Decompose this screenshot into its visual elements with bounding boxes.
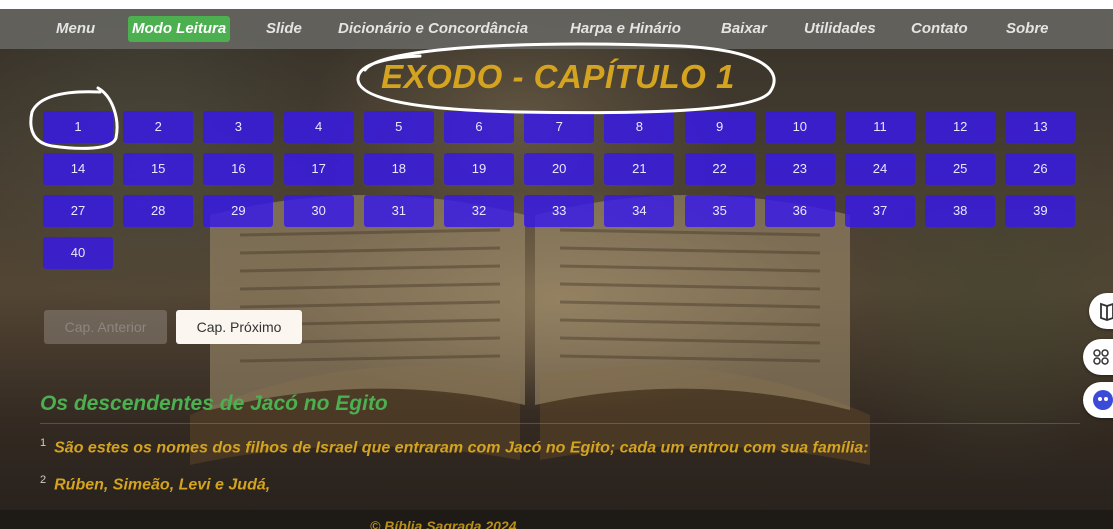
chapter-button-1[interactable]: 1 xyxy=(43,111,113,143)
chapter-button-38[interactable]: 38 xyxy=(925,195,996,227)
chapter-button-9[interactable]: 9 xyxy=(684,111,755,143)
next-chapter-button[interactable]: Cap. Próximo xyxy=(176,310,302,344)
verse-text: São estes os nomes dos filhos de Israel … xyxy=(54,439,869,457)
chapter-button-4[interactable]: 4 xyxy=(283,111,354,143)
chapter-button-31[interactable]: 31 xyxy=(363,195,434,227)
chapter-button-30[interactable]: 30 xyxy=(283,195,354,227)
section-heading: Os descendentes de Jacó no Egito xyxy=(40,392,388,415)
chapter-button-35[interactable]: 35 xyxy=(684,195,755,227)
chapter-button-34[interactable]: 34 xyxy=(604,195,675,227)
chapter-button-12[interactable]: 12 xyxy=(925,111,996,143)
chapter-button-28[interactable]: 28 xyxy=(123,195,194,227)
chapter-button-25[interactable]: 25 xyxy=(925,153,996,185)
apps-grid-icon xyxy=(1093,349,1109,365)
top-strip xyxy=(0,0,1113,9)
chapter-button-18[interactable]: 18 xyxy=(363,153,434,185)
chapter-button-7[interactable]: 7 xyxy=(524,111,595,143)
chapter-button-27[interactable]: 27 xyxy=(43,195,113,227)
nav-item-utilidades[interactable]: Utilidades xyxy=(800,16,880,42)
nav-item-harpa[interactable]: Harpa e Hinário xyxy=(566,16,685,42)
nav-item-contato[interactable]: Contato xyxy=(907,16,972,42)
chapter-button-5[interactable]: 5 xyxy=(363,111,434,143)
book-icon xyxy=(1100,302,1113,321)
top-navigation-bar: Menu Modo Leitura Slide Dicionário e Con… xyxy=(0,9,1113,49)
chapter-button-33[interactable]: 33 xyxy=(524,195,595,227)
verse-number: 1 xyxy=(40,437,47,449)
chapter-button-26[interactable]: 26 xyxy=(1005,153,1076,185)
chapter-button-37[interactable]: 37 xyxy=(845,195,915,227)
chapter-button-17[interactable]: 17 xyxy=(283,153,354,185)
chapter-button-6[interactable]: 6 xyxy=(444,111,514,143)
chapter-title: EXODO - CAPÍTULO 1 xyxy=(381,58,735,95)
chapter-button-23[interactable]: 23 xyxy=(764,153,835,185)
side-book-button[interactable] xyxy=(1089,293,1113,329)
chapter-button-10[interactable]: 10 xyxy=(764,111,835,143)
chapter-button-36[interactable]: 36 xyxy=(764,195,835,227)
assistant-bot-icon xyxy=(1093,390,1113,410)
nav-item-sobre[interactable]: Sobre xyxy=(1002,16,1053,42)
nav-item-menu[interactable]: Menu xyxy=(52,16,99,42)
chapter-button-13[interactable]: 13 xyxy=(1005,111,1076,143)
footer-copyright: © Bíblia Sagrada 2024 xyxy=(370,518,517,529)
section-divider xyxy=(40,423,1080,424)
chapter-button-24[interactable]: 24 xyxy=(845,153,915,185)
nav-item-slide[interactable]: Slide xyxy=(262,16,306,42)
chapter-button-22[interactable]: 22 xyxy=(684,153,755,185)
nav-item-baixar[interactable]: Baixar xyxy=(717,16,771,42)
previous-chapter-button[interactable]: Cap. Anterior xyxy=(44,310,167,344)
chapter-button-16[interactable]: 16 xyxy=(203,153,274,185)
verse: 1 São estes os nomes dos filhos de Israel… xyxy=(40,437,869,457)
chapter-button-11[interactable]: 11 xyxy=(845,111,915,143)
nav-item-dicionario[interactable]: Dicionário e Concordância xyxy=(334,16,532,42)
chapter-button-2[interactable]: 2 xyxy=(123,111,194,143)
chapter-button-39[interactable]: 39 xyxy=(1005,195,1076,227)
chapter-button-15[interactable]: 15 xyxy=(123,153,194,185)
chapter-button-21[interactable]: 21 xyxy=(604,153,675,185)
chapter-button-32[interactable]: 32 xyxy=(444,195,514,227)
chapter-button-40[interactable]: 40 xyxy=(43,237,113,269)
side-assistant-button[interactable] xyxy=(1083,382,1113,418)
chapter-button-14[interactable]: 14 xyxy=(43,153,113,185)
chapter-button-3[interactable]: 3 xyxy=(203,111,274,143)
verse-number: 2 xyxy=(40,474,47,486)
verse-text: Rúben, Simeão, Levi e Judá, xyxy=(54,476,271,494)
verse: 2 Rúben, Simeão, Levi e Judá, xyxy=(40,474,270,494)
side-apps-button[interactable] xyxy=(1083,339,1113,375)
footer-bar xyxy=(0,510,1113,529)
chapter-button-29[interactable]: 29 xyxy=(203,195,274,227)
chapter-button-19[interactable]: 19 xyxy=(444,153,514,185)
chapter-button-20[interactable]: 20 xyxy=(524,153,595,185)
chapter-button-8[interactable]: 8 xyxy=(604,111,675,143)
nav-item-modo-leitura[interactable]: Modo Leitura xyxy=(128,16,231,42)
